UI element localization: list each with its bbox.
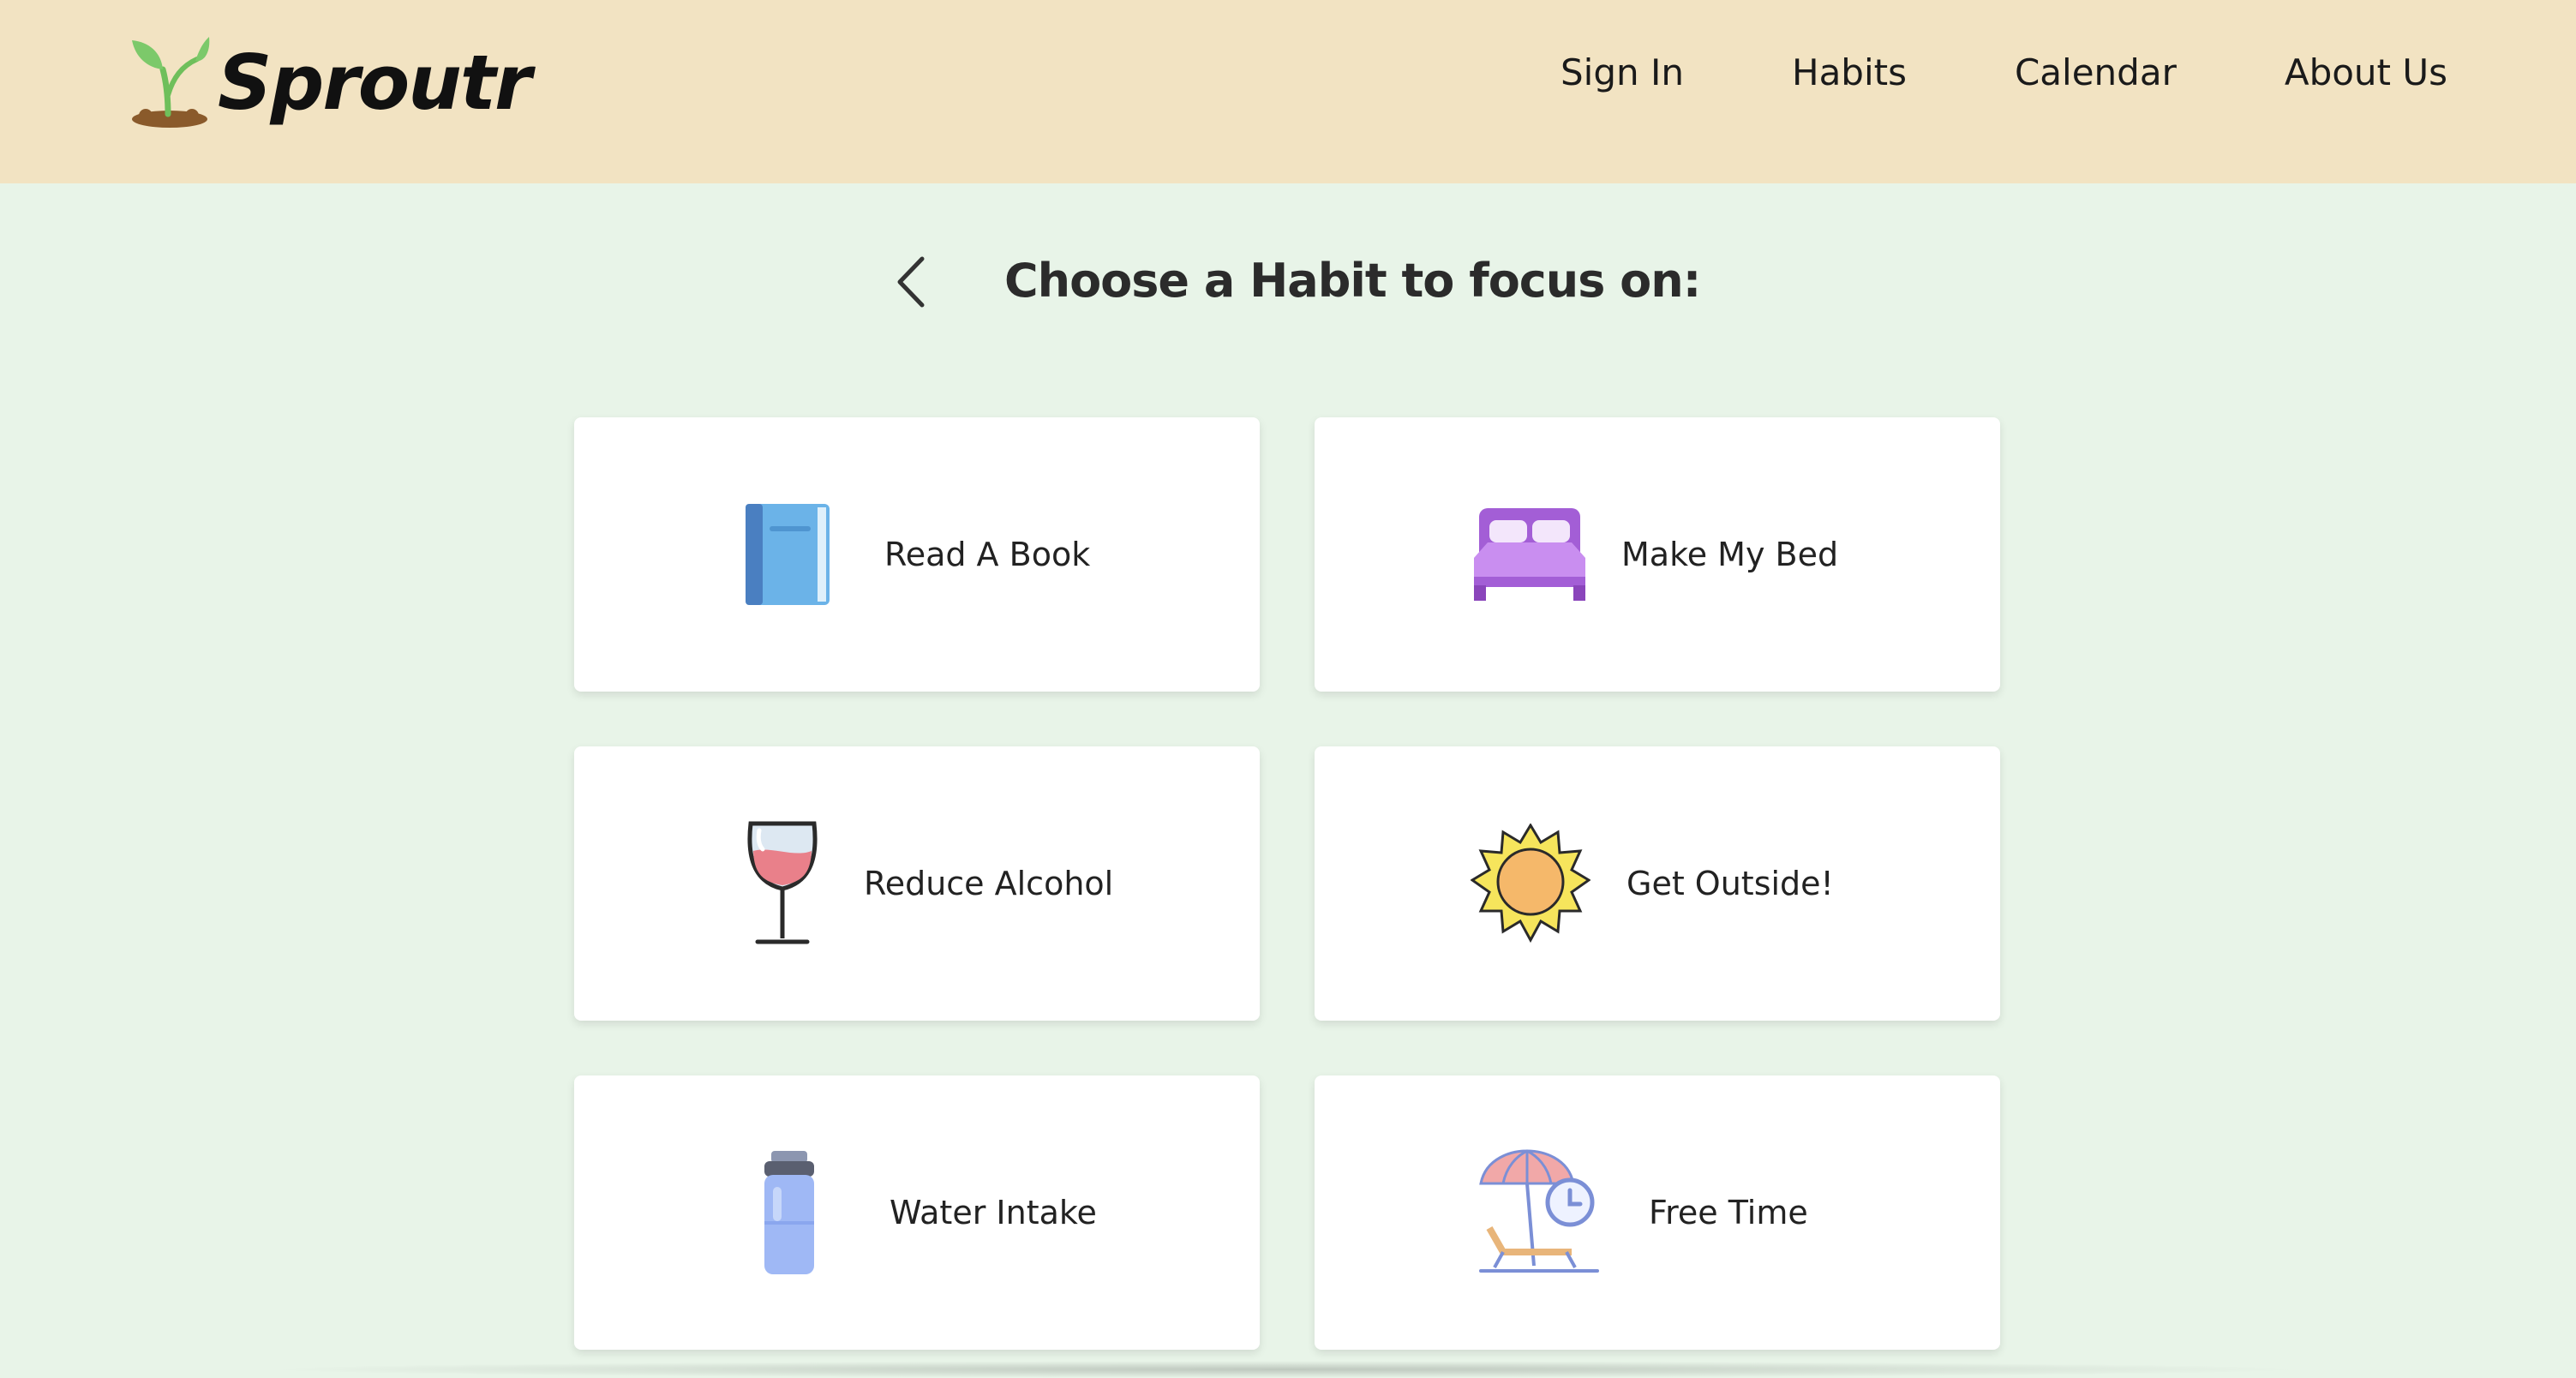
- water-bottle-icon: [764, 1151, 814, 1274]
- page-title: Choose a Habit to focus on:: [1004, 254, 1701, 308]
- brand-name: Sproutr: [218, 38, 531, 127]
- wine-glass-icon: [747, 821, 818, 944]
- habit-card-get-outside[interactable]: Get Outside!: [1315, 746, 2000, 1021]
- habit-label: Water Intake: [890, 1194, 1097, 1231]
- habit-card-free-time[interactable]: Free Time: [1315, 1075, 2000, 1350]
- bed-icon: [1474, 508, 1585, 601]
- habit-label: Free Time: [1649, 1194, 1808, 1231]
- habit-label: Read A Book: [884, 536, 1091, 573]
- nav-habits[interactable]: Habits: [1792, 51, 1907, 93]
- nav-calendar[interactable]: Calendar: [2015, 51, 2177, 93]
- nav-links: Sign In Habits Calendar About Us: [1561, 51, 2447, 93]
- habit-label: Get Outside!: [1626, 865, 1834, 902]
- footer-shadow: [257, 1361, 2314, 1378]
- brand-logo[interactable]: Sproutr: [129, 31, 531, 134]
- habit-label: Reduce Alcohol: [864, 865, 1114, 902]
- book-icon: [746, 504, 830, 605]
- habit-label: Make My Bed: [1621, 536, 1839, 573]
- navbar: Sproutr Sign In Habits Calendar About Us: [0, 0, 2576, 183]
- habit-card-water-intake[interactable]: Water Intake: [574, 1075, 1260, 1350]
- habit-card-reduce-alcohol[interactable]: Reduce Alcohol: [574, 746, 1260, 1021]
- beach-umbrella-icon: [1479, 1149, 1599, 1273]
- sprout-icon: [132, 37, 210, 128]
- habit-card-read-a-book[interactable]: Read A Book: [574, 417, 1260, 692]
- nav-about-us[interactable]: About Us: [2285, 51, 2447, 93]
- nav-sign-in[interactable]: Sign In: [1561, 51, 1684, 93]
- habit-card-make-my-bed[interactable]: Make My Bed: [1315, 417, 2000, 692]
- back-chevron-icon[interactable]: [891, 254, 931, 310]
- sun-icon: [1471, 824, 1591, 944]
